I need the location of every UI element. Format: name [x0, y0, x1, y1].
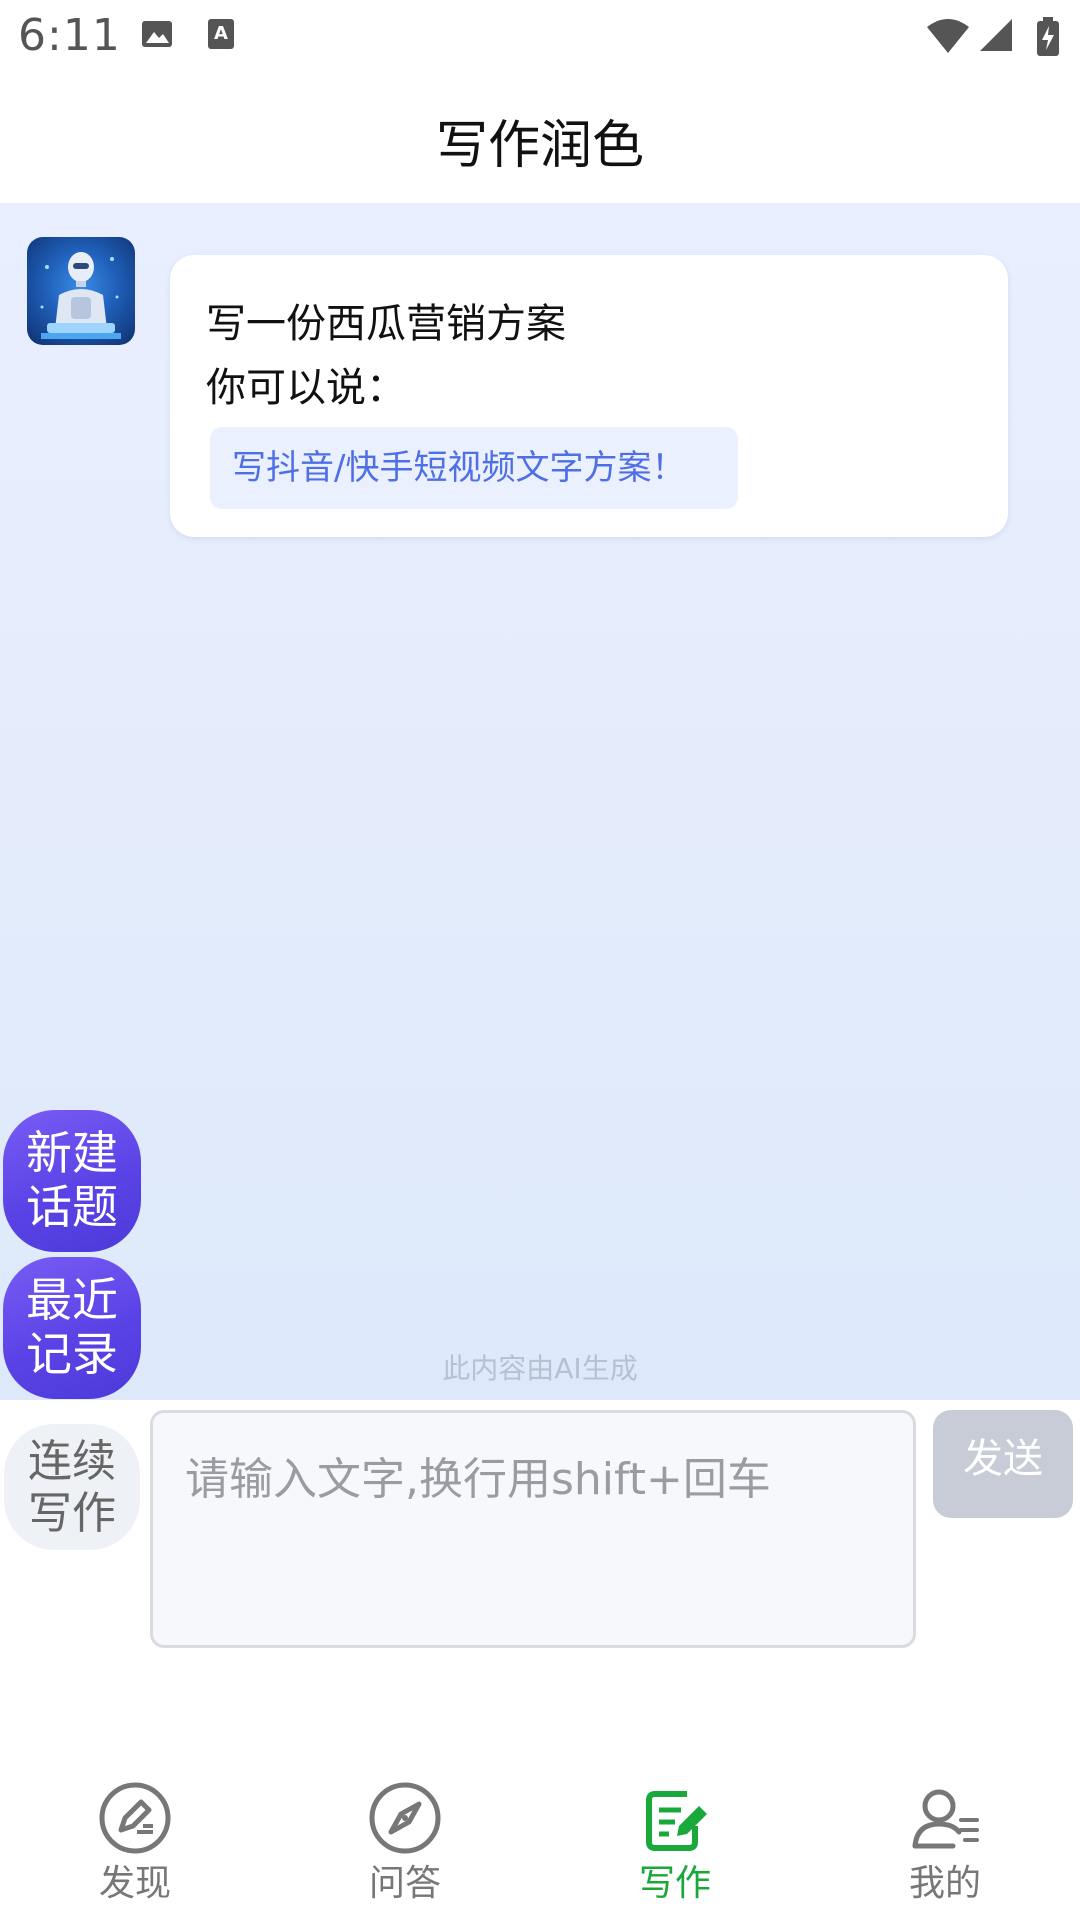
page-title: 写作润色 [435, 116, 644, 176]
recent-records-button[interactable]: 最近 记录 [3, 1257, 141, 1399]
robot-avatar [27, 237, 135, 345]
tab-discover[interactable]: 发现 [55, 1770, 215, 1920]
wifi-icon [927, 19, 969, 53]
edit-circle-icon [99, 1782, 171, 1854]
assistant-message-bubble: 写一份西瓜营销方案 你可以说： 写抖音/快手短视频文字方案！ [170, 255, 1008, 537]
tab-qa[interactable]: 问答 [325, 1770, 485, 1920]
send-button[interactable]: 发送 [933, 1410, 1073, 1518]
message-input-container [150, 1410, 916, 1648]
signal-icon [980, 19, 1012, 51]
new-topic-button[interactable]: 新建 话题 [3, 1110, 141, 1252]
status-time: 6:11 [18, 10, 121, 61]
bottom-tab-bar: 发现 问答 写作 我的 [0, 1770, 1080, 1920]
status-bar: 6:11 A [0, 0, 1080, 75]
tab-mine[interactable]: 我的 [865, 1770, 1025, 1920]
tab-label-qa: 问答 [368, 1863, 441, 1904]
robot-icon [40, 252, 121, 339]
tab-label-mine: 我的 [908, 1863, 981, 1904]
chat-area: 写一份西瓜营销方案 你可以说： 写抖音/快手短视频文字方案！ 此内容由AI生成 [0, 203, 1080, 1400]
title-bar: 写作润色 [0, 75, 1080, 203]
suggestion-chip[interactable]: 写抖音/快手短视频文字方案！ [210, 427, 738, 509]
compass-icon [369, 1782, 441, 1854]
tab-label-writing: 写作 [638, 1863, 711, 1904]
message-subtitle: 你可以说： [206, 365, 406, 411]
text-a-icon: A [208, 19, 234, 49]
message-input[interactable] [153, 1413, 913, 1645]
tab-label-discover: 发现 [98, 1863, 171, 1904]
continuous-writing-toggle[interactable]: 连续 写作 [4, 1424, 140, 1550]
user-profile-icon [912, 1789, 979, 1849]
image-icon [142, 21, 172, 47]
battery-charging-icon [1037, 17, 1059, 56]
svg-text:A: A [214, 23, 228, 44]
message-title: 写一份西瓜营销方案 [206, 301, 566, 347]
ai-generated-notice: 此内容由AI生成 [442, 1352, 638, 1385]
tab-writing[interactable]: 写作 [595, 1770, 755, 1920]
write-note-icon [646, 1791, 707, 1851]
